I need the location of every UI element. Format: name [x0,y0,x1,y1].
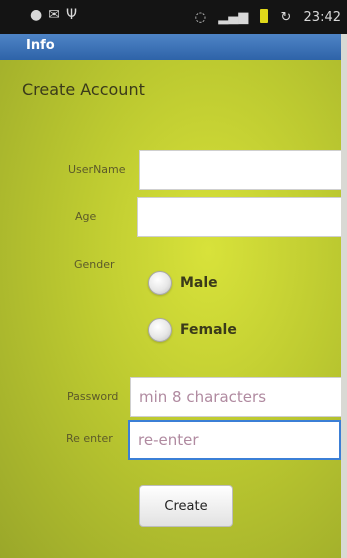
age-input[interactable] [138,198,346,236]
gender-male-label: Male [180,275,218,291]
sync-icon: ↻ [280,10,292,25]
gender-female-label: Female [180,322,237,338]
paper-edge [341,34,347,558]
battery-icon [260,9,269,23]
reenter-input[interactable] [130,422,339,458]
title-bar: Info [0,34,347,60]
usb-icon: Ψ [65,7,83,23]
radio-button-icon[interactable] [148,271,172,295]
signal-icon: ▂▄▆ [218,10,249,25]
password-input[interactable] [131,378,341,416]
password-field[interactable] [130,377,342,417]
age-field[interactable] [137,197,347,237]
username-label: UserName [68,163,126,176]
reenter-label: Re enter [66,432,113,445]
system-icons: ◌ ▂▄▆ ↻ 23:42 [187,9,341,25]
gender-male-radio[interactable]: Male [148,271,218,295]
reenter-field[interactable] [128,420,341,460]
gender-female-radio[interactable]: Female [148,318,237,342]
create-button[interactable]: Create [139,485,233,527]
radio-button-icon[interactable] [148,318,172,342]
status-time: 23:42 [303,10,341,25]
gender-label: Gender [74,258,115,271]
username-field[interactable] [139,150,347,190]
username-input[interactable] [140,151,346,189]
alarm-icon: ◌ [194,10,207,25]
age-label: Age [75,210,97,223]
android-icon: ● [30,7,49,23]
status-bar: ●✉Ψ ◌ ▂▄▆ ↻ 23:42 [0,0,347,34]
password-label: Password [67,390,119,403]
app-title: Info [26,38,55,53]
app-screen: ●✉Ψ ◌ ▂▄▆ ↻ 23:42 Info Create Account Us… [0,0,347,558]
notification-icons: ●✉Ψ [30,7,83,23]
page-title: Create Account [22,80,145,99]
mail-icon: ✉ [48,7,66,23]
